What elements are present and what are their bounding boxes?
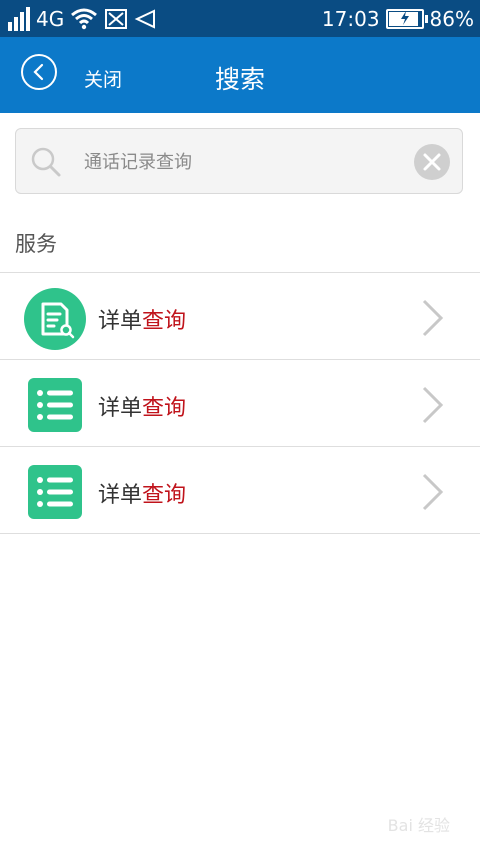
list-icon [28,378,82,432]
service-item[interactable]: 详单查询 [0,446,480,534]
page-title: 搜索 [214,65,265,94]
clock: 17:03 [321,6,380,31]
list-icon [28,465,82,519]
service-item[interactable]: 详单查询 [0,359,480,446]
watermark: Bai 经验 [387,816,450,835]
search-bar [15,128,463,195]
chevron-right-icon [422,473,444,511]
search-icon [31,147,61,177]
clear-search-button[interactable] [414,144,450,180]
service-item[interactable]: 详单查询 [0,272,480,359]
chevron-right-icon [422,386,444,424]
service-label: 详单查询 [98,396,187,421]
notification-icon [134,8,156,29]
screenshot-icon [105,8,128,29]
close-icon [423,153,441,171]
signal-icon [8,6,30,31]
chevron-right-icon [422,299,444,337]
service-label: 详单查询 [98,309,187,334]
document-search-icon [24,288,86,350]
battery-percent: 86% [429,6,474,31]
charging-icon [400,10,409,25]
section-title: 服务 [15,232,57,256]
app-header: 关闭 搜索 [0,37,480,113]
search-input[interactable] [82,129,406,195]
battery-icon [385,8,428,29]
status-bar: 4G 17:03 86% [0,0,480,37]
wifi-icon [71,8,98,29]
service-label: 详单查询 [98,483,187,508]
network-type: 4G [36,6,65,31]
service-list: 详单查询 详单查询 详单查询 [0,272,480,534]
